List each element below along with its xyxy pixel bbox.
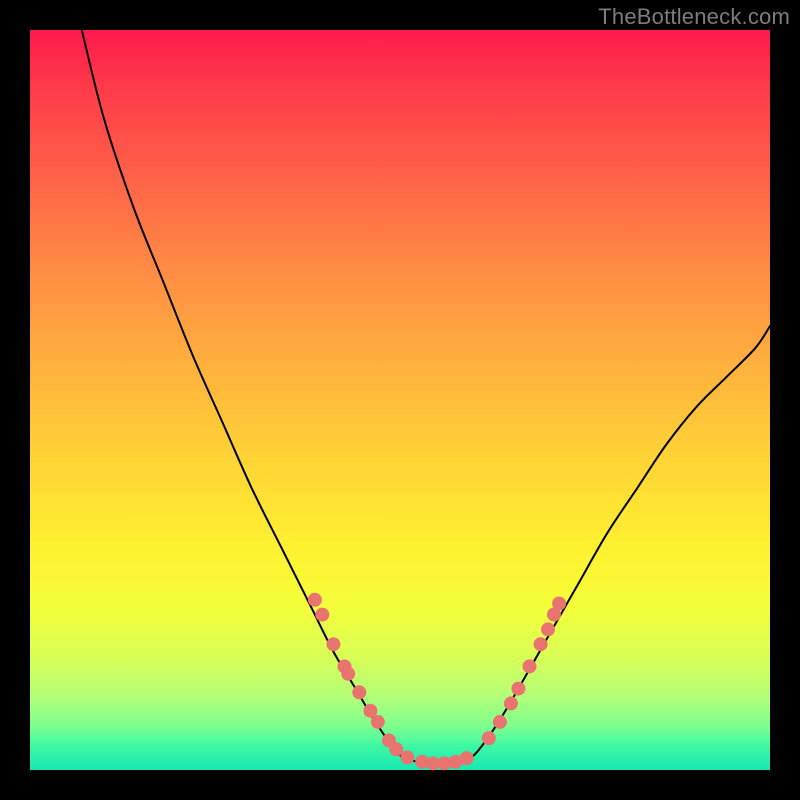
chart-plot-area	[30, 30, 770, 770]
curve-marker	[401, 751, 414, 764]
chart-frame: TheBottleneck.com	[0, 0, 800, 800]
curve-marker	[364, 704, 377, 717]
curve-path	[82, 30, 770, 764]
curve-marker	[371, 715, 384, 728]
bottleneck-curve	[82, 30, 770, 764]
curve-marker	[534, 638, 547, 651]
curve-marker	[542, 623, 555, 636]
curve-marker	[523, 660, 536, 673]
curve-marker	[353, 686, 366, 699]
curve-marker	[390, 743, 403, 756]
curve-marker	[308, 593, 321, 606]
curve-marker	[512, 682, 525, 695]
watermark-text: TheBottleneck.com	[598, 4, 790, 30]
curve-marker	[327, 638, 340, 651]
curve-marker	[553, 597, 566, 610]
curve-markers	[308, 593, 565, 770]
curve-marker	[482, 732, 495, 745]
curve-marker	[316, 608, 329, 621]
curve-marker	[505, 697, 518, 710]
curve-marker	[460, 752, 473, 765]
curve-marker	[493, 715, 506, 728]
curve-marker	[342, 667, 355, 680]
chart-svg	[30, 30, 770, 770]
